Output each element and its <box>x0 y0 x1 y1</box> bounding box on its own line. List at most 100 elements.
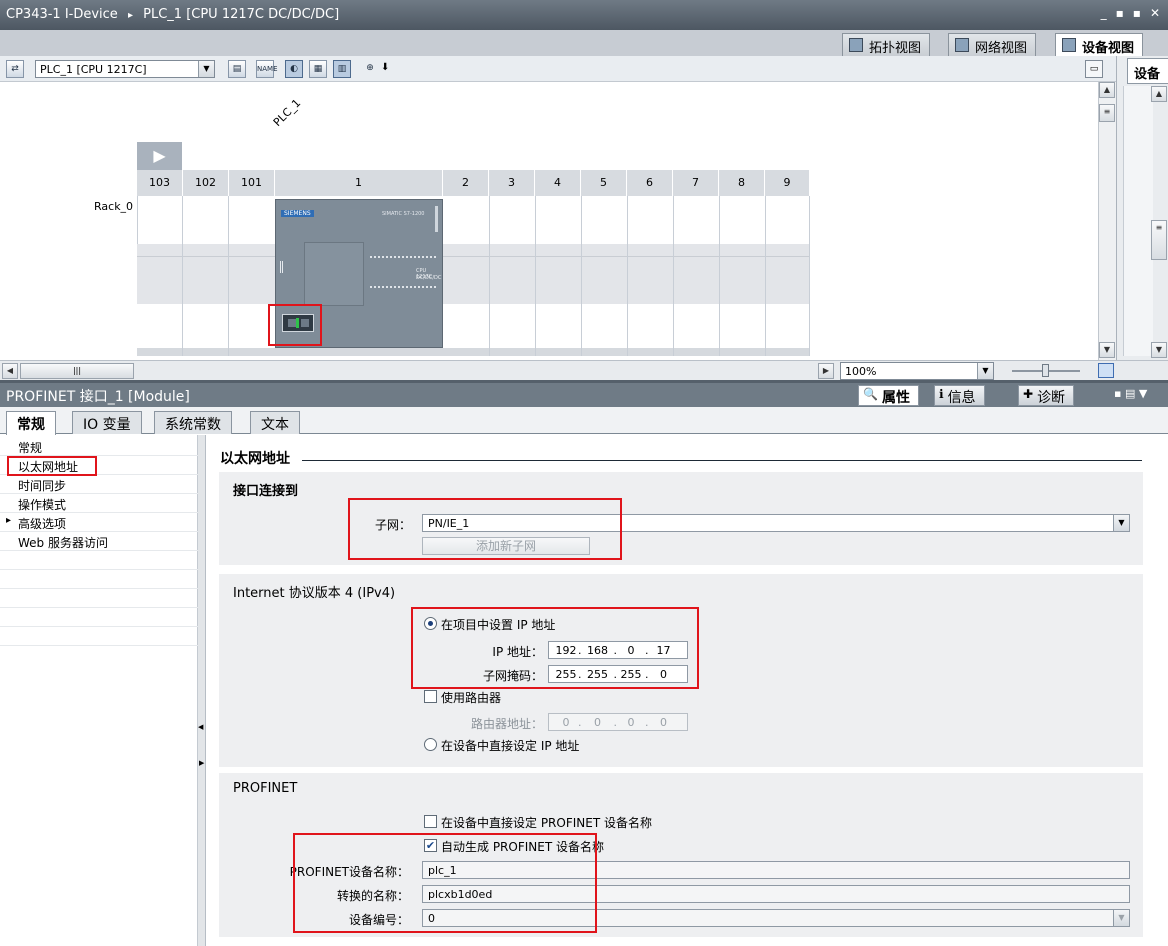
overview-icon[interactable]: ▤ <box>228 60 246 78</box>
tab-properties[interactable]: 🔍 属性 <box>858 385 919 406</box>
inspector-title-bar: PROFINET 接口_1 [Module] 🔍 属性 ℹ 信息 ✚ 诊断 ▪ … <box>0 383 1168 407</box>
window-title-bar: CP343-1 I-Device ▸ PLC_1 [CPU 1217C DC/D… <box>0 0 1168 30</box>
slot-divider <box>581 196 582 356</box>
slot-header: 8 <box>719 170 765 196</box>
inspector-window-controls-icon[interactable]: ▪ ▤ ▼ <box>1114 387 1147 400</box>
task-card-panel: ▭ 设备 ▲ ≡ ▼ <box>1085 56 1168 360</box>
nav-item-general[interactable]: 常规 <box>18 439 42 456</box>
tab-device-view[interactable]: 设备视图 <box>1055 33 1144 57</box>
chevron-down-icon[interactable]: ▼ <box>1113 910 1129 926</box>
close-button[interactable]: ✕ <box>1150 6 1160 20</box>
show-hide-icon[interactable]: ⇄ <box>6 60 24 78</box>
scroll-thumb[interactable]: ≡ <box>1099 104 1115 122</box>
scroll-up-icon[interactable]: ▲ <box>1099 82 1115 98</box>
nav-separator <box>0 531 198 532</box>
zoom-select[interactable]: 100% ▼ <box>840 362 994 380</box>
router-address-field[interactable]: 0.0.0.0 <box>548 713 688 731</box>
restore-button[interactable]: ▪ <box>1116 6 1124 20</box>
tab-system-constants[interactable]: 系统常数 <box>154 411 232 434</box>
highlight-profinet-name <box>293 833 597 933</box>
set-profinet-name-in-device-label: 在设备中直接设定 PROFINET 设备名称 <box>441 816 652 830</box>
nav-separator <box>0 626 198 627</box>
collapse-left-icon[interactable]: ◀ <box>198 723 203 731</box>
slot-header: 101 <box>229 170 275 196</box>
slot-header: 5 <box>581 170 627 196</box>
minimize-button[interactable]: _ <box>1101 6 1107 20</box>
zoom-dropdown-icon[interactable]: ⬇ <box>381 62 389 73</box>
panel-toggle-icon[interactable]: ▭ <box>1085 60 1103 78</box>
page-break-icon[interactable]: ▥ <box>333 60 351 78</box>
project-name: CP343-1 I-Device <box>6 7 118 22</box>
tab-label: 诊断 <box>1037 390 1066 406</box>
tab-io-tags[interactable]: IO 变量 <box>72 411 142 434</box>
hscroll-thumb[interactable]: ||| <box>20 363 134 379</box>
nav-separator <box>0 588 198 589</box>
chevron-down-icon[interactable]: ▼ <box>1113 515 1129 531</box>
cpu-brand: SIEMENS <box>281 210 314 217</box>
panel-scroll-thumb[interactable]: ≡ <box>1151 220 1167 260</box>
interface-title: 接口连接到 <box>233 484 299 499</box>
breadcrumb-separator: ▸ <box>127 10 133 21</box>
nav-item-time-sync[interactable]: 时间同步 <box>18 477 66 494</box>
use-router-checkbox[interactable] <box>424 690 437 703</box>
rack-rail-line <box>137 256 810 257</box>
tab-device-data[interactable]: 设备 <box>1127 58 1168 84</box>
slot-divider <box>489 196 490 356</box>
chevron-down-icon[interactable]: ▼ <box>977 363 993 379</box>
float-button[interactable]: ▪ <box>1133 6 1141 20</box>
tab-topology-view[interactable]: 拓扑视图 <box>842 33 931 56</box>
cpu-indicator <box>435 206 438 232</box>
router-octet: 0 <box>627 716 635 729</box>
rack-row-bottom <box>137 304 810 348</box>
rack-footer <box>137 348 810 356</box>
set-ip-in-device-radio[interactable] <box>424 738 437 751</box>
cpu-model-line1: SIMATIC S7-1200 <box>382 211 425 217</box>
cpu-terminal-row <box>370 286 436 288</box>
set-profinet-name-in-device-checkbox[interactable] <box>424 815 437 828</box>
zoom-slider-thumb[interactable] <box>1042 364 1049 377</box>
nav-splitter[interactable]: ◀ ▶ <box>198 435 206 946</box>
tab-general[interactable]: 常规 <box>6 411 56 435</box>
grid-icon[interactable]: ▦ <box>309 60 327 78</box>
nav-item-advanced-options[interactable]: 高级选项 <box>18 515 66 532</box>
nav-separator <box>0 550 198 551</box>
tab-texts[interactable]: 文本 <box>250 411 300 434</box>
fit-view-icon[interactable] <box>1098 363 1114 378</box>
cpu-led-icon <box>280 261 290 273</box>
canvas-horizontal-scrollbar[interactable]: ◀ ||| ▶ 100% ▼ <box>0 360 1168 380</box>
tab-network-view[interactable]: 网络视图 <box>948 33 1037 56</box>
tab-label: 拓扑视图 <box>869 41 922 56</box>
router-octet: 0 <box>660 716 667 729</box>
inspector-subtabs: 常规 IO 变量 系统常数 文本 <box>0 407 1168 435</box>
expand-right-icon[interactable]: ▶ <box>199 759 204 767</box>
slot-divider <box>535 196 536 356</box>
expand-rack-button[interactable]: ▶ <box>137 142 182 170</box>
inspector-title: PROFINET 接口_1 [Module] <box>6 389 190 405</box>
canvas-vertical-scrollbar[interactable]: ▲ ≡ ▼ <box>1098 82 1116 360</box>
scroll-right-icon[interactable]: ▶ <box>818 363 834 379</box>
expand-icon[interactable]: ▸ <box>6 515 11 526</box>
nav-separator <box>0 512 198 513</box>
slot-divider <box>673 196 674 356</box>
nav-item-operating-mode[interactable]: 操作模式 <box>18 496 66 513</box>
profinet-title: PROFINET <box>233 781 298 796</box>
chevron-down-icon[interactable]: ▼ <box>198 61 214 77</box>
zoom-icon[interactable]: ⊕ <box>361 60 379 78</box>
diagnostics-icon: ✚ <box>1023 387 1034 401</box>
router-octet: 0 <box>594 716 601 729</box>
rack-row-top <box>137 196 810 244</box>
scroll-down-icon[interactable]: ▼ <box>1099 342 1115 358</box>
tab-info[interactable]: ℹ 信息 <box>934 385 985 406</box>
scroll-left-icon[interactable]: ◀ <box>2 363 18 379</box>
panel-scroll-up-icon[interactable]: ▲ <box>1151 86 1167 102</box>
device-overview-icon[interactable]: ◐ <box>285 60 303 78</box>
panel-scroll-down-icon[interactable]: ▼ <box>1151 342 1167 358</box>
tab-diagnostics[interactable]: ✚ 诊断 <box>1018 385 1075 406</box>
device-view-toolbar: ⇄ PLC_1 [CPU 1217C] ▼ ▤ NAME ◐ ▦ ▥ ⊕ ⬇ <box>0 56 1120 82</box>
property-nav-tree: 常规 以太网地址 时间同步 操作模式 ▸ 高级选项 Web 服务器访问 <box>0 435 198 946</box>
slot-divider <box>765 196 766 356</box>
device-select[interactable]: PLC_1 [CPU 1217C] ▼ <box>35 60 215 78</box>
nav-item-web-server-access[interactable]: Web 服务器访问 <box>18 534 108 551</box>
cpu-terminal-row <box>370 256 436 258</box>
name-icon[interactable]: NAME <box>256 60 278 78</box>
